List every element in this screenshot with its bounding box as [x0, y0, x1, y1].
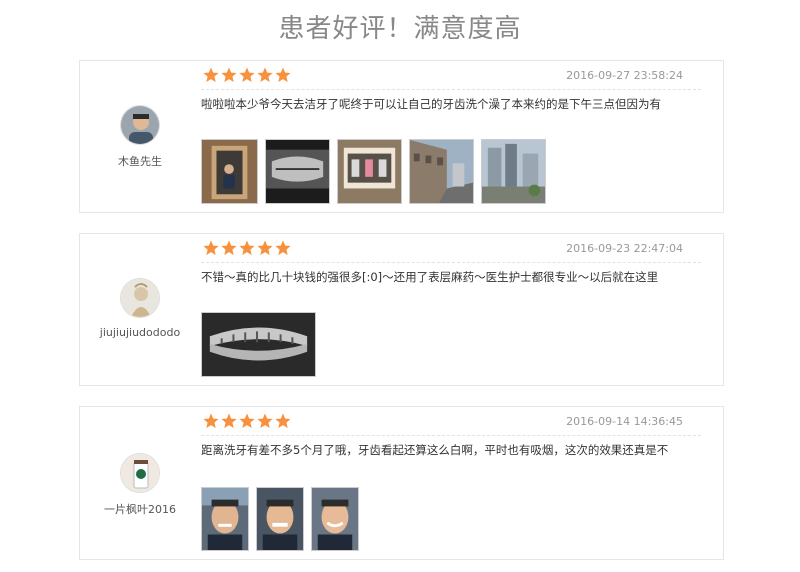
star-icon	[203, 413, 219, 428]
divider	[201, 89, 701, 90]
review-date: 2016-09-23 22:47:04	[566, 242, 683, 255]
review-date: 2016-09-27 23:58:24	[566, 69, 683, 82]
rating-stars	[203, 240, 293, 256]
photo-thumbnail[interactable]	[481, 139, 546, 204]
star-icon	[221, 240, 237, 255]
star-icon	[239, 67, 255, 82]
photo-thumbnail[interactable]	[265, 139, 330, 204]
star-icon	[257, 413, 273, 428]
review-text: 不错～真的比几十块钱的强很多[:0]～还用了表层麻药～医生护士都很专业～以后就在…	[201, 270, 659, 284]
review-date: 2016-09-14 14:36:45	[566, 415, 683, 428]
divider	[201, 435, 701, 436]
review-text: 啦啦啦本少爷今天去洁牙了呢终于可以让自己的牙齿洗个澡了本来约的是下午三点但因为有	[201, 97, 661, 111]
divider	[201, 262, 701, 263]
star-icon	[221, 413, 237, 428]
rating-stars	[203, 67, 293, 83]
star-icon	[203, 240, 219, 255]
avatar[interactable]	[120, 278, 160, 318]
review-card: 木鱼先生 2016-09-27 23:58:24 啦啦啦本少爷今天去洁牙了呢终于…	[79, 60, 724, 213]
username[interactable]: 一片枫叶2016	[80, 501, 200, 517]
star-icon	[221, 67, 237, 82]
page-title: 患者好评！满意度高	[278, 14, 522, 44]
star-icon	[203, 67, 219, 82]
star-icon	[275, 413, 291, 428]
star-icon	[275, 67, 291, 82]
rating-stars	[203, 413, 293, 429]
photo-thumbnail[interactable]	[337, 139, 402, 204]
review-card: 一片枫叶2016 2016-09-14 14:36:45 距离洗牙有差不多5个月…	[79, 406, 724, 560]
username[interactable]: 木鱼先生	[80, 153, 200, 169]
avatar[interactable]	[120, 105, 160, 145]
photo-thumbnail[interactable]	[201, 312, 316, 377]
avatar[interactable]	[120, 453, 160, 493]
photo-thumbnail[interactable]	[201, 487, 249, 551]
star-icon	[257, 67, 273, 82]
star-icon	[239, 413, 255, 428]
review-card: jiujiujiudododo 2016-09-23 22:47:04 不错～真…	[79, 233, 724, 386]
photo-thumbnail[interactable]	[409, 139, 474, 204]
username[interactable]: jiujiujiudododo	[80, 326, 200, 339]
photo-thumbnail[interactable]	[201, 139, 258, 204]
photo-thumbnail[interactable]	[311, 487, 359, 551]
photo-thumbnail[interactable]	[256, 487, 304, 551]
star-icon	[257, 240, 273, 255]
star-icon	[239, 240, 255, 255]
star-icon	[275, 240, 291, 255]
review-text: 距离洗牙有差不多5个月了哦，牙齿看起还算这么白啊，平时也有吸烟，这次的效果还真是…	[201, 443, 669, 457]
